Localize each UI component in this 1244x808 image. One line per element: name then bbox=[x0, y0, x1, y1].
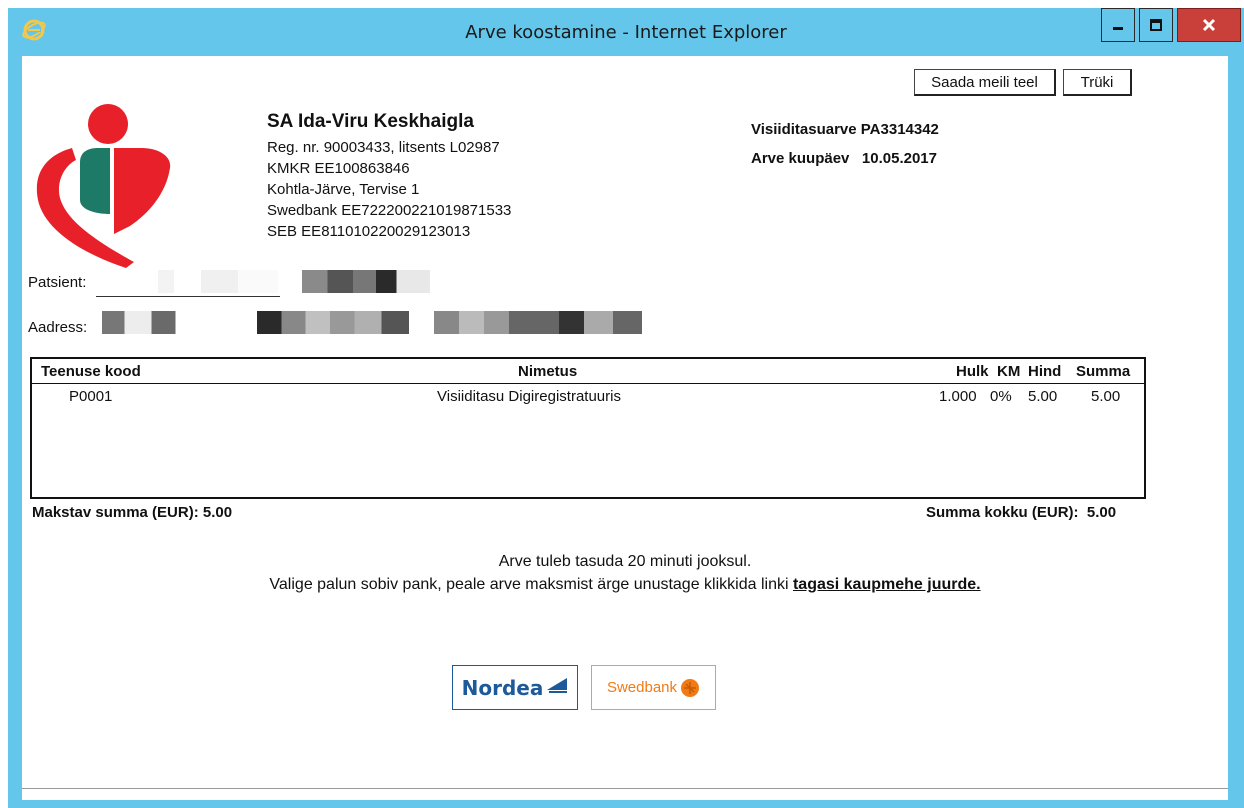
address-label: Aadress: bbox=[28, 319, 88, 336]
patient-id-redacted bbox=[302, 270, 430, 293]
col-header-vat: KM bbox=[997, 363, 1021, 380]
invoice-date-label: Arve kuupäev bbox=[751, 150, 850, 167]
nordea-bank-button[interactable]: Nordea bbox=[452, 665, 578, 710]
invoice-meta: Visiiditasuarve PA3314342 Arve kuupäev 1… bbox=[751, 115, 939, 173]
patient-name-underline bbox=[96, 296, 280, 297]
company-name: SA Ida-Viru Keskhaigla bbox=[267, 111, 474, 132]
payment-deadline-note: Arve tuleb tasuda 20 minuti jooksul. bbox=[498, 553, 752, 570]
row-qty: 1.000 bbox=[939, 388, 977, 405]
row-vat: 0% bbox=[990, 388, 1012, 405]
browser-window: Arve koostamine - Internet Explorer Saad… bbox=[8, 8, 1244, 808]
col-header-qty: Hulk bbox=[956, 363, 989, 380]
minimize-icon bbox=[1113, 27, 1123, 30]
row-name: Visiiditasu Digiregistratuuris bbox=[437, 388, 621, 405]
col-header-name: Nimetus bbox=[518, 363, 578, 380]
company-bank-seb: SEB EE811010220029123013 bbox=[267, 223, 471, 236]
table-header-divider bbox=[32, 383, 1144, 384]
services-table: Teenuse kood Nimetus Hulk KM Hind Summa … bbox=[30, 357, 1146, 499]
patient-label: Patsient: bbox=[28, 274, 87, 291]
total-amount: Summa kokku (EUR): 5.00 bbox=[926, 504, 1116, 521]
invoice-date-value: 10.05.2017 bbox=[861, 150, 937, 167]
minimize-button[interactable] bbox=[1101, 8, 1135, 42]
company-vat-number: KMKR EE100863846 bbox=[267, 160, 410, 177]
address-redacted-1 bbox=[102, 311, 182, 334]
address-redacted-2 bbox=[257, 311, 409, 334]
row-code: P0001 bbox=[69, 388, 113, 405]
col-header-sum: Summa bbox=[1076, 363, 1131, 380]
window-title: Arve koostamine - Internet Explorer bbox=[465, 22, 787, 43]
page-bottom-divider bbox=[22, 788, 1228, 789]
invoice-page: Saada meili teel Trüki SA Ida-Viru Keskh… bbox=[22, 56, 1228, 800]
email-button[interactable]: Saada meili teel bbox=[914, 69, 1056, 96]
swedbank-oak-icon bbox=[681, 678, 700, 697]
close-button[interactable] bbox=[1177, 8, 1241, 42]
company-info: SA Ida-Viru Keskhaigla Reg. nr. 90003433… bbox=[267, 111, 511, 236]
row-sum: 5.00 bbox=[1091, 388, 1121, 405]
row-price: 5.00 bbox=[1028, 388, 1058, 405]
invoice-number: Visiiditasuarve PA3314342 bbox=[751, 121, 939, 138]
address-redacted-3 bbox=[434, 311, 642, 334]
maximize-icon bbox=[1150, 19, 1162, 31]
company-reg-number: Reg. nr. 90003433, litsents L02987 bbox=[267, 139, 500, 156]
patient-name-redacted bbox=[118, 270, 278, 293]
total-label: Summa kokku (EUR): bbox=[926, 504, 1079, 521]
close-icon bbox=[1202, 18, 1216, 32]
bank-choice-note: Valige palun sobiv pank, peale arve maks… bbox=[22, 576, 1228, 594]
payable-amount: Makstav summa (EUR): 5.00 bbox=[32, 504, 233, 521]
col-header-code: Teenuse kood bbox=[41, 363, 141, 380]
invoice-date-row: Arve kuupäev 10.05.2017 bbox=[751, 144, 939, 173]
swedbank-bank-button[interactable]: Swedbank bbox=[591, 665, 716, 710]
nordea-label: Nordea bbox=[461, 675, 544, 700]
return-to-merchant-link[interactable]: tagasi kaupmehe juurde. bbox=[793, 576, 981, 593]
company-address: Kohtla-Järve, Tervise 1 bbox=[267, 181, 420, 198]
print-button[interactable]: Trüki bbox=[1063, 69, 1132, 96]
maximize-button[interactable] bbox=[1139, 8, 1173, 42]
nordea-sail-icon bbox=[547, 677, 568, 693]
company-bank-swedbank: Swedbank EE722200221019871533 bbox=[267, 202, 512, 219]
bank-choice-text: Valige palun sobiv pank, peale arve maks… bbox=[269, 576, 789, 593]
swedbank-label: Swedbank bbox=[606, 679, 678, 696]
col-header-price: Hind bbox=[1028, 363, 1062, 380]
title-bar: Arve koostamine - Internet Explorer bbox=[8, 8, 1244, 56]
hospital-logo bbox=[36, 104, 171, 268]
total-value: 5.00 bbox=[1086, 504, 1117, 521]
